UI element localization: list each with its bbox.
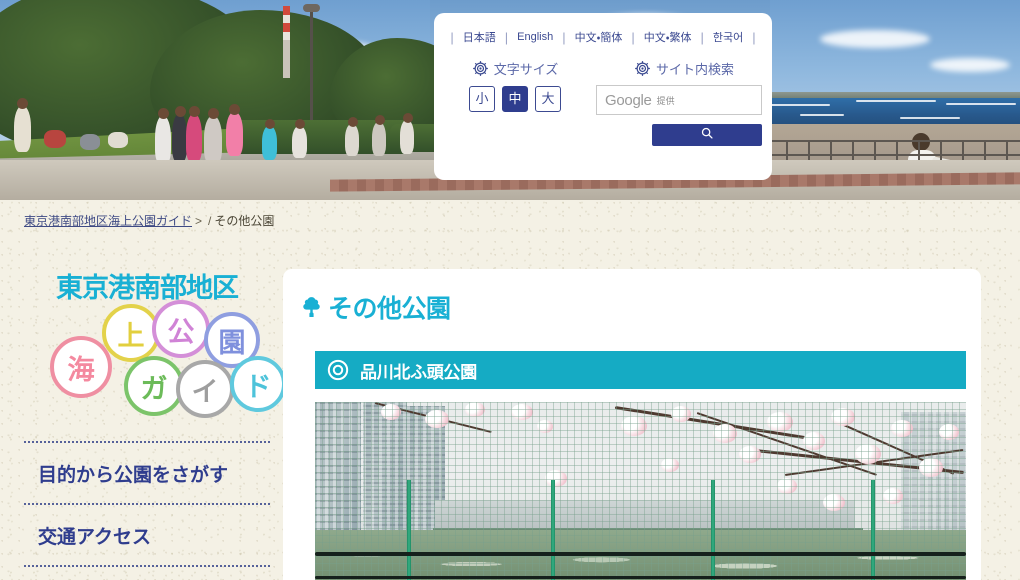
font-size-small-button[interactable]: 小 — [469, 86, 495, 112]
page-title: その他公園 — [301, 289, 981, 325]
ship-wheel-icon — [634, 60, 651, 77]
site-search-control: サイト内検索 Google 提供 — [596, 59, 772, 146]
sidebar-nav: 目的から公園をさがす 交通アクセス — [24, 441, 270, 567]
language-switcher: | 日本語 | English | 中文・簡体 | 中文・繁体 | 한국어 | — [434, 23, 772, 51]
person-sitting — [108, 132, 128, 148]
person — [155, 116, 171, 164]
lang-separator: | — [752, 29, 756, 45]
person — [204, 116, 222, 164]
fence-rope — [315, 552, 966, 556]
font-size-medium-button[interactable]: 中 — [502, 86, 528, 112]
lang-chinese-traditional[interactable]: 中文・繁体 — [636, 29, 700, 45]
search-submit-button[interactable] — [652, 124, 762, 146]
ring-icon — [327, 359, 349, 381]
lang-korean[interactable]: 한국어 — [705, 29, 751, 45]
wave — [900, 117, 960, 119]
lang-japanese[interactable]: 日本語 — [455, 29, 504, 45]
fence-pole — [551, 480, 555, 580]
person-head — [348, 117, 358, 127]
breadcrumb: 東京港南部地区海上公園ガイド > / その他公園 — [24, 212, 274, 229]
sidebar-item-access[interactable]: 交通アクセス — [24, 505, 270, 565]
nav-divider — [24, 565, 270, 567]
breadcrumb-current: その他公園 — [214, 214, 275, 228]
logo-bubble-umi: 海 — [50, 336, 112, 398]
logo-bubble-do: ド — [230, 356, 286, 412]
person — [345, 124, 359, 156]
person-head — [229, 104, 240, 115]
font-size-control: 文字サイズ 小 中 大 — [434, 59, 596, 146]
ship-wheel-icon — [472, 60, 489, 77]
wave — [770, 104, 830, 106]
person — [262, 126, 277, 160]
google-logo: Google — [605, 91, 652, 109]
fence-pole — [711, 480, 715, 580]
font-size-label: 文字サイズ — [493, 62, 559, 77]
person — [14, 106, 31, 152]
lamp-post — [310, 8, 313, 136]
person — [186, 114, 202, 162]
person — [372, 122, 386, 156]
font-size-label-row: 文字サイズ — [434, 59, 596, 78]
person-head — [403, 113, 413, 123]
person-head — [208, 108, 219, 119]
person — [400, 120, 414, 154]
person-head — [17, 98, 28, 109]
nav-divider — [24, 441, 270, 443]
site-search-label: サイト内検索 — [655, 62, 734, 77]
nav-divider — [24, 503, 270, 505]
breadcrumb-home-link[interactable]: 東京港南部地区海上公園ガイド — [24, 214, 192, 228]
park-name: 品川北ふ頭公園 — [360, 362, 477, 382]
site-search-label-row: サイト内検索 — [596, 59, 772, 78]
fence-rope — [315, 576, 966, 579]
tree-icon — [301, 296, 322, 319]
wave — [856, 100, 936, 102]
logo-bubble-i: イ — [176, 360, 234, 418]
lang-chinese-simplified[interactable]: 中文・簡体 — [567, 29, 631, 45]
person-sitting — [80, 134, 100, 150]
google-provided-label: 提供 — [656, 95, 675, 106]
logo-bubble-ga: ガ — [124, 356, 184, 416]
page-title-text: その他公園 — [328, 295, 451, 323]
person — [226, 112, 243, 156]
breadcrumb-separator: / — [208, 214, 212, 228]
lang-english[interactable]: English — [509, 31, 561, 43]
fence-pole — [871, 480, 875, 580]
site-logo[interactable]: 東京港南部地区 海 上 公 園 ガ イ ド — [24, 260, 286, 425]
person-head — [295, 119, 305, 129]
site-logo-title: 東京港南部地区 — [56, 273, 239, 303]
logo-bubble-kou: 公 — [152, 300, 210, 358]
sidebar: 東京港南部地区 海 上 公 園 ガ イ ド 目的から公園をさがす 交通アクセス — [24, 260, 286, 567]
fence-pole — [407, 480, 411, 580]
search-icon — [700, 126, 714, 145]
main-content-panel: その他公園 品川北ふ頭公園 — [283, 269, 981, 580]
person — [292, 126, 307, 158]
wave — [800, 114, 844, 116]
lamp-head — [303, 4, 320, 12]
person-head — [375, 115, 385, 125]
header-utility-panel: | 日本語 | English | 中文・簡体 | 中文・繁体 | 한국어 | — [434, 13, 772, 180]
search-input[interactable]: Google 提供 — [596, 85, 762, 115]
wave — [946, 103, 1016, 105]
radio-tower — [283, 6, 290, 78]
sidebar-item-search-by-purpose[interactable]: 目的から公園をさがす — [24, 443, 270, 503]
person-sitting — [44, 130, 66, 148]
breadcrumb-separator: > — [195, 214, 203, 228]
person — [172, 114, 187, 162]
park-photo — [315, 402, 966, 580]
font-size-large-button[interactable]: 大 — [535, 86, 561, 112]
person-head — [158, 108, 169, 119]
park-section-header: 品川北ふ頭公園 — [315, 351, 966, 389]
person-head — [265, 119, 275, 129]
person-head — [189, 106, 200, 117]
person-head — [175, 106, 186, 117]
